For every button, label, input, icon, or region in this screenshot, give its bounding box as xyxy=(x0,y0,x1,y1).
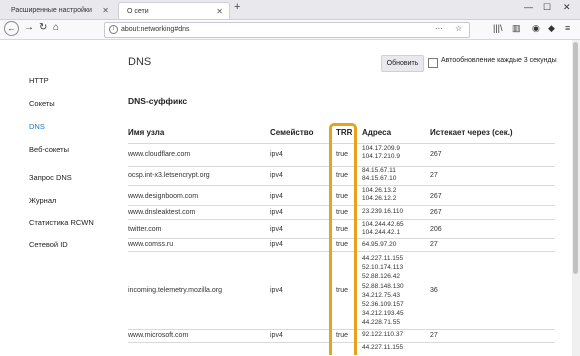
back-icon[interactable]: ← xyxy=(4,21,19,36)
expires-cell: 267 xyxy=(430,209,442,216)
hostname-cell: www.comss.ru xyxy=(128,241,174,248)
address-cell: 84.15.67.11 84.15.67.10 xyxy=(362,167,397,182)
scrollbar-thumb[interactable] xyxy=(573,42,578,274)
nav-toolbar: ← → ↻ ⌂ i about:networking#dns ··· ☆ |||… xyxy=(0,20,580,40)
column-header-addresses: Адреса xyxy=(362,128,392,137)
sidebar-item-dns[interactable]: DNS xyxy=(29,122,45,131)
hostname-cell: twitter.com xyxy=(128,226,162,233)
address-cell: 64.95.97.20 xyxy=(362,241,397,248)
hostname-cell: incoming.telemetry.mozilla.org xyxy=(128,287,223,294)
address-cell: 92.122.110.37 xyxy=(362,331,404,338)
close-tab-icon[interactable]: ✕ xyxy=(102,2,109,19)
sidebar-icon[interactable]: ▥ xyxy=(512,23,521,34)
menu-icon[interactable]: ≡ xyxy=(565,23,570,33)
reload-icon[interactable]: ↻ xyxy=(39,22,47,33)
expires-cell: 206 xyxy=(430,226,442,233)
family-cell: ipv4 xyxy=(270,172,283,179)
expires-cell: 27 xyxy=(430,332,438,339)
trr-column-highlight xyxy=(329,123,357,355)
page-title: DNS xyxy=(128,56,152,68)
library-icon[interactable]: |||\ xyxy=(493,23,503,33)
sidebar-item-network-id[interactable]: Сетевой ID xyxy=(29,240,68,249)
family-cell: ipv4 xyxy=(270,209,283,216)
hostname-cell: www.designboom.com xyxy=(128,193,199,200)
page-actions-icon[interactable]: ··· xyxy=(435,24,443,33)
refresh-button[interactable]: Обновить xyxy=(381,55,424,72)
column-header-expires: Истекает через (сек.) xyxy=(430,128,513,137)
column-header-hostname: Имя узла xyxy=(128,128,165,137)
url-bar[interactable]: i about:networking#dns ··· ☆ xyxy=(104,22,470,38)
page-info-icon[interactable]: i xyxy=(109,25,118,34)
tab-advanced-settings[interactable]: Расширенные настройки ✕ xyxy=(3,2,115,19)
tab-label: О сети xyxy=(127,8,149,15)
hostname-cell: www.dnsleaktest.com xyxy=(128,209,196,216)
maximize-icon[interactable]: ☐ xyxy=(543,2,551,13)
hostname-cell: www.microsoft.com xyxy=(128,332,189,339)
expires-cell: 36 xyxy=(430,287,438,294)
family-cell: ipv4 xyxy=(270,332,283,339)
address-cell: 44.227.11.155 xyxy=(362,344,404,351)
sidebar-item-websockets[interactable]: Веб-сокеты xyxy=(29,145,69,154)
sidebar-item-sockets[interactable]: Сокеты xyxy=(29,99,55,108)
account-icon[interactable]: ◉ xyxy=(532,23,540,34)
address-cell: 44.227.11.155 52.10.174.113 52.88.126.42… xyxy=(362,255,404,327)
column-header-family: Семейство xyxy=(270,128,314,137)
family-cell: ipv4 xyxy=(270,287,283,294)
address-cell: 104.17.209.9 104.17.210.9 xyxy=(362,145,400,160)
minimize-icon[interactable]: — xyxy=(524,2,533,12)
address-cell: 104.244.42.65 104.244.42.1 xyxy=(362,221,404,236)
expires-cell: 267 xyxy=(430,193,442,200)
forward-icon[interactable]: → xyxy=(24,22,34,33)
auto-refresh-checkbox[interactable] xyxy=(428,58,438,68)
family-cell: ipv4 xyxy=(270,241,283,248)
hostname-cell: www.cloudflare.com xyxy=(128,151,191,158)
expires-cell: 27 xyxy=(430,241,438,248)
sidebar-item-http[interactable]: HTTP xyxy=(29,76,49,85)
expires-cell: 27 xyxy=(430,172,438,179)
address-cell: 104.26.13.2 104.26.12.2 xyxy=(362,187,397,202)
family-cell: ipv4 xyxy=(270,151,283,158)
dns-suffix-heading: DNS-суффикс xyxy=(128,96,188,106)
close-tab-icon[interactable]: ✕ xyxy=(216,3,223,20)
expires-cell: 267 xyxy=(430,151,442,158)
tab-strip: Расширенные настройки ✕ О сети ✕ + — ☐ ✕ xyxy=(0,0,580,20)
close-window-icon[interactable]: ✕ xyxy=(563,2,571,13)
new-tab-icon[interactable]: + xyxy=(234,1,240,13)
address-cell: 23.239.16.110 xyxy=(362,208,404,215)
sidebar-item-rcwn-stats[interactable]: Статистика RCWN xyxy=(29,218,94,227)
family-cell: ipv4 xyxy=(270,226,283,233)
bookmark-star-icon[interactable]: ☆ xyxy=(455,24,462,33)
sidebar-item-dns-lookup[interactable]: Запрос DNS xyxy=(29,173,72,182)
page-scrollbar[interactable] xyxy=(572,40,580,356)
hostname-cell: ocsp.int-x3.letsencrypt.org xyxy=(128,172,210,179)
home-icon[interactable]: ⌂ xyxy=(53,22,59,33)
extension-icon[interactable]: ◆ xyxy=(548,23,555,34)
sidebar-item-log[interactable]: Журнал xyxy=(29,196,56,205)
url-text[interactable]: about:networking#dns xyxy=(121,23,190,37)
tab-label: Расширенные настройки xyxy=(11,7,92,14)
tab-networking[interactable]: О сети ✕ xyxy=(118,2,230,19)
auto-refresh-label: Автообновление каждые 3 секунды xyxy=(441,57,557,64)
family-cell: ipv4 xyxy=(270,193,283,200)
